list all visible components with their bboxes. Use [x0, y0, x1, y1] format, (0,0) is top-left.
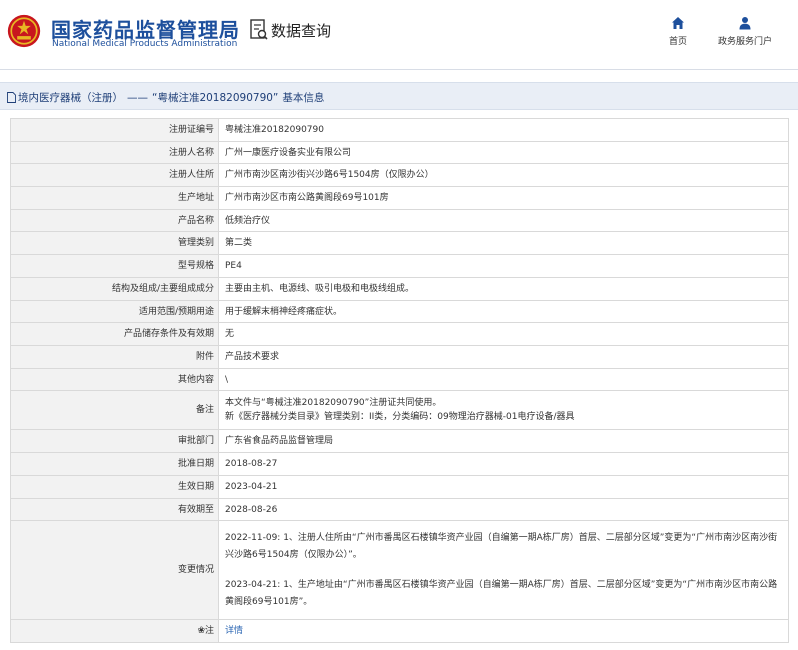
- field-label: 其他内容: [10, 368, 219, 391]
- site-subtitle: National Medical Products Administration: [52, 39, 238, 49]
- table-row: 生效日期 2023-04-21: [10, 475, 789, 499]
- field-value: 粤械注准20182090790: [218, 118, 789, 142]
- data-query-label: 数据查询: [271, 21, 332, 40]
- document-search-icon: [250, 19, 268, 40]
- breadcrumb-separator: ——: [127, 91, 148, 104]
- field-label: 备注: [10, 390, 219, 430]
- field-label: 附件: [10, 345, 219, 369]
- field-value: 广州市南沙区南沙街兴沙路6号1504房（仅限办公）: [218, 163, 789, 187]
- field-label: 生产地址: [10, 186, 219, 210]
- change-entry: 2023-04-21: 1、生产地址由“广州市番禺区石楼镇华资产业园（自编第一期…: [225, 579, 778, 607]
- field-value: 第二类: [218, 231, 789, 255]
- data-query-link[interactable]: 数据查询: [250, 18, 331, 42]
- table-row: 结构及组成/主要组成成分 主要由主机、电源线、吸引电极和电极线组成。: [10, 277, 789, 301]
- change-entry: 2022-11-09: 1、注册人住所由“广州市番禺区石楼镇华资产业园（自编第一…: [225, 532, 778, 560]
- nav-portal-label: 政务服务门户: [717, 37, 772, 47]
- table-row: 管理类别 第二类: [10, 231, 789, 255]
- table-row: 型号规格 PE4: [10, 254, 789, 278]
- field-label: 注册证编号: [10, 118, 219, 142]
- field-value: PE4: [218, 254, 789, 278]
- table-row: 附件 产品技术要求: [10, 345, 789, 369]
- field-label: 适用范围/预期用途: [10, 300, 219, 323]
- site-header: 国家药品监督管理局 National Medical Products Admi…: [0, 0, 798, 70]
- field-label: 管理类别: [10, 231, 219, 255]
- breadcrumb-suffix: 基本信息: [282, 92, 325, 104]
- table-row: 审批部门 广东省食品药品监督管理局: [10, 429, 789, 453]
- breadcrumb-category[interactable]: 境内医疗器械（注册）: [18, 90, 123, 105]
- field-value: 低频治疗仪: [218, 209, 789, 232]
- field-value: 产品技术要求: [218, 345, 789, 369]
- table-row: 备注 本文件与“粤械注准20182090790”注册证共同使用。 新《医疗器械分…: [10, 390, 789, 430]
- change-history: 2022-11-09: 1、注册人住所由“广州市番禺区石楼镇华资产业园（自编第一…: [218, 520, 789, 620]
- field-label: 有效期至: [10, 498, 219, 521]
- field-value: 广州市南沙区市南公路黄阁段69号101房: [218, 186, 789, 210]
- remark-line: 新《医疗器械分类目录》管理类别：II类，分类编码：09物理治疗器械-01电疗设备…: [225, 412, 575, 422]
- remark-line: 本文件与“粤械注准20182090790”注册证共同使用。: [225, 398, 442, 408]
- field-value: 2023-04-21: [218, 475, 789, 499]
- details-link[interactable]: 详情: [225, 626, 243, 636]
- table-row: 产品名称 低频治疗仪: [10, 209, 789, 232]
- field-value: 详情: [218, 619, 789, 643]
- breadcrumb: 境内医疗器械（注册） —— “粤械注准20182090790” 基本信息: [0, 82, 798, 110]
- table-row: 适用范围/预期用途 用于缓解末梢神经疼痛症状。: [10, 300, 789, 323]
- table-row: 产品储存条件及有效期 无: [10, 322, 789, 346]
- field-label: 注册人名称: [10, 141, 219, 164]
- field-value: 用于缓解末梢神经疼痛症状。: [218, 300, 789, 323]
- document-icon: [7, 92, 16, 103]
- table-row: 批准日期 2018-08-27: [10, 452, 789, 476]
- home-icon: [672, 17, 684, 29]
- field-label: ❀注: [10, 619, 219, 643]
- table-row: 生产地址 广州市南沙区市南公路黄阁段69号101房: [10, 186, 789, 210]
- table-row: 变更情况 2022-11-09: 1、注册人住所由“广州市番禺区石楼镇华资产业园…: [10, 520, 789, 620]
- note-label: 注: [204, 626, 214, 636]
- breadcrumb-registration: “粤械注准20182090790”: [152, 92, 279, 104]
- registration-table: 注册证编号 粤械注准20182090790 注册人名称 广州一康医疗设备实业有限…: [10, 118, 789, 643]
- table-row: 注册证编号 粤械注准20182090790: [10, 118, 789, 142]
- field-label: 审批部门: [10, 429, 219, 453]
- nav-service-portal[interactable]: 政务服务门户: [712, 16, 778, 47]
- field-value: 无: [218, 322, 789, 346]
- national-emblem-icon: [7, 14, 41, 48]
- field-value: 广东省食品药品监督管理局: [218, 429, 789, 453]
- remark-value: 本文件与“粤械注准20182090790”注册证共同使用。 新《医疗器械分类目录…: [218, 390, 789, 430]
- field-label: 产品储存条件及有效期: [10, 322, 219, 346]
- user-icon: [739, 17, 751, 30]
- note-marker-icon: ❀: [197, 626, 205, 636]
- table-row: 注册人住所 广州市南沙区南沙街兴沙路6号1504房（仅限办公）: [10, 163, 789, 187]
- table-row: 有效期至 2028-08-26: [10, 498, 789, 521]
- field-label: 型号规格: [10, 254, 219, 278]
- field-value: 主要由主机、电源线、吸引电极和电极线组成。: [218, 277, 789, 301]
- nav-home-label: 首页: [668, 37, 687, 47]
- table-row: 其他内容 \: [10, 368, 789, 391]
- field-label: 结构及组成/主要组成成分: [10, 277, 219, 301]
- field-label: 变更情况: [10, 520, 219, 620]
- field-value: 2028-08-26: [218, 498, 789, 521]
- field-label: 注册人住所: [10, 163, 219, 187]
- table-row: 注册人名称 广州一康医疗设备实业有限公司: [10, 141, 789, 164]
- field-value: 广州一康医疗设备实业有限公司: [218, 141, 789, 164]
- field-label: 批准日期: [10, 452, 219, 476]
- nav-home[interactable]: 首页: [662, 16, 694, 47]
- field-label: 生效日期: [10, 475, 219, 499]
- field-value: 2018-08-27: [218, 452, 789, 476]
- table-row: ❀注 详情: [10, 619, 789, 643]
- field-value: \: [218, 368, 789, 391]
- field-label: 产品名称: [10, 209, 219, 232]
